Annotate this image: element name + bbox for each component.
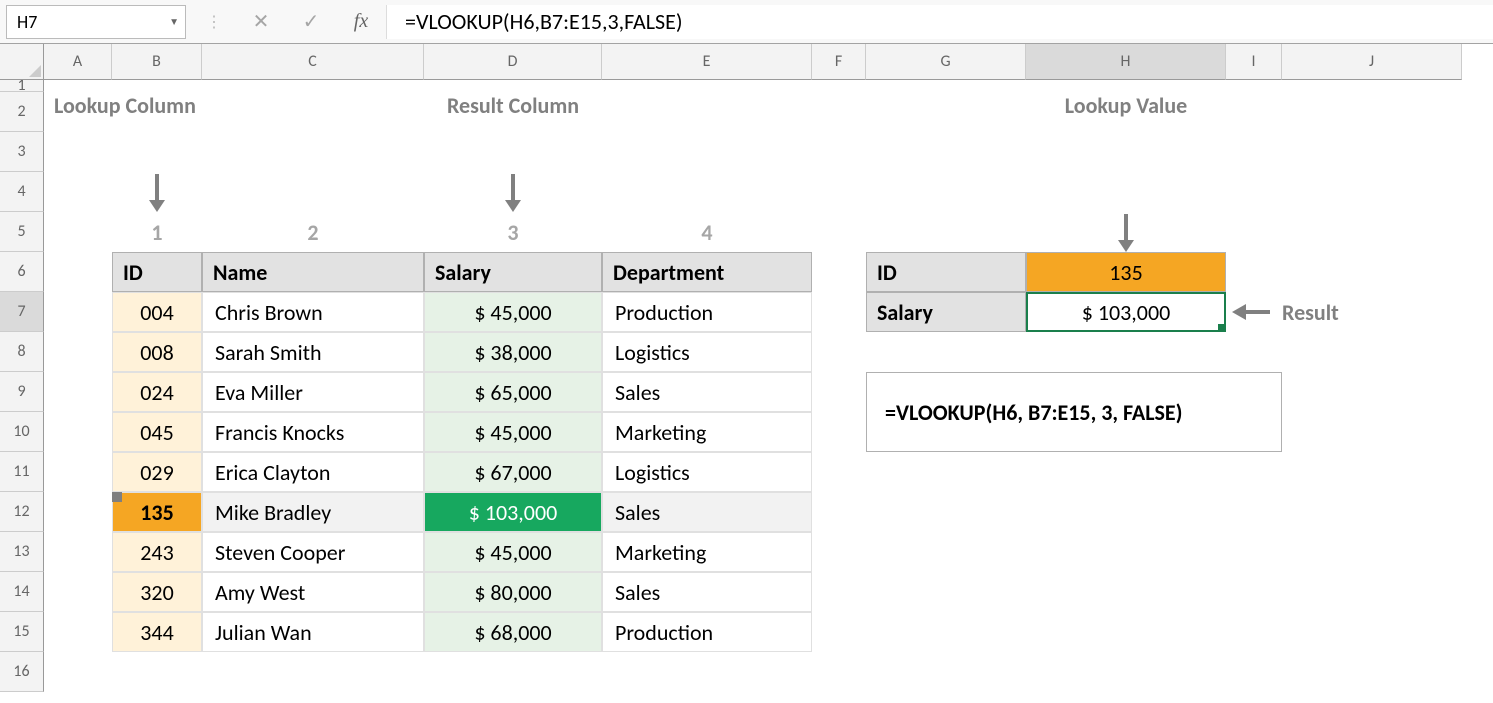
formula-display-box: =VLOOKUP(H6, B7:E15, 3, FALSE) [866, 372, 1282, 452]
cell-dept[interactable]: Production [602, 612, 812, 652]
row-header-11[interactable]: 11 [0, 452, 44, 492]
formula-input[interactable]: =VLOOKUP(H6,B7:E15,3,FALSE) [386, 5, 1493, 39]
cell-salary[interactable]: $ 80,000 [424, 572, 602, 612]
cell-name[interactable]: Sarah Smith [202, 332, 424, 372]
row-header-2[interactable]: 2 [0, 92, 44, 132]
col-header-E[interactable]: E [602, 44, 812, 80]
col-index-2: 2 [202, 212, 424, 252]
cell-salary-highlighted[interactable]: $ 103,000 [424, 492, 602, 532]
cell-dept[interactable]: Sales [602, 572, 812, 612]
row-header-1[interactable]: 1 [0, 80, 44, 92]
arrow-left-icon [1232, 302, 1272, 322]
row-header-15[interactable]: 15 [0, 612, 44, 652]
result-column-label: Result Column [424, 92, 602, 132]
cell-id[interactable]: 029 [112, 452, 202, 492]
row-header-14[interactable]: 14 [0, 572, 44, 612]
col-header-A[interactable]: A [44, 44, 112, 80]
cell-id-highlighted[interactable]: 135 [112, 492, 202, 532]
formula-bar: H7 ▼ ⋮ ✕ ✓ fx =VLOOKUP(H6,B7:E15,3,FALSE… [0, 0, 1493, 44]
cell-name[interactable]: Francis Knocks [202, 412, 424, 452]
table-header-name[interactable]: Name [202, 252, 424, 292]
col-header-F[interactable]: F [812, 44, 866, 80]
cell-salary[interactable]: $ 65,000 [424, 372, 602, 412]
cell-dept[interactable]: Logistics [602, 452, 812, 492]
cell-id[interactable]: 008 [112, 332, 202, 372]
result-label: Result [1282, 299, 1339, 326]
cell-name[interactable]: Eva Miller [202, 372, 424, 412]
cell-id[interactable]: 045 [112, 412, 202, 452]
row-header-13[interactable]: 13 [0, 532, 44, 572]
cell-salary[interactable]: $ 45,000 [424, 412, 602, 452]
cell-salary[interactable]: $ 68,000 [424, 612, 602, 652]
cell-id[interactable]: 344 [112, 612, 202, 652]
row-header-7[interactable]: 7 [0, 292, 44, 332]
cell-id[interactable]: 004 [112, 292, 202, 332]
lookup-value-label: Lookup Value [1026, 92, 1226, 132]
lookup-salary-label[interactable]: Salary [866, 292, 1026, 332]
name-box-dropdown-icon[interactable]: ▼ [169, 15, 179, 28]
cell-dept[interactable]: Sales [602, 372, 812, 412]
cell-id[interactable]: 320 [112, 572, 202, 612]
cell-dept[interactable]: Logistics [602, 332, 812, 372]
spreadsheet-grid[interactable]: A B C D E F G H I J 1 2 3 4 5 6 7 8 9 10… [0, 44, 1493, 692]
cell-dept[interactable]: Marketing [602, 412, 812, 452]
cell-id[interactable]: 243 [112, 532, 202, 572]
cell-dept-highlighted[interactable]: Sales [602, 492, 812, 532]
cell-salary[interactable]: $ 67,000 [424, 452, 602, 492]
cell-salary[interactable]: $ 45,000 [424, 292, 602, 332]
col-index-1: 1 [112, 212, 202, 252]
cell-name[interactable]: Julian Wan [202, 612, 424, 652]
lookup-id-label[interactable]: ID [866, 252, 1026, 292]
cell-name-highlighted[interactable]: Mike Bradley [202, 492, 424, 532]
arrow-down-icon [1026, 132, 1226, 252]
row-header-16[interactable]: 16 [0, 652, 44, 692]
cancel-formula-icon[interactable]: ✕ [236, 9, 286, 34]
row-header-5[interactable]: 5 [0, 212, 44, 252]
col-header-H[interactable]: H [1026, 44, 1226, 80]
lookup-id-value[interactable]: 135 [1026, 252, 1226, 292]
formula-text: =VLOOKUP(H6,B7:E15,3,FALSE) [405, 8, 683, 35]
row-header-12[interactable]: 12 [0, 492, 44, 532]
arrow-down-icon [112, 132, 202, 212]
col-header-I[interactable]: I [1226, 44, 1282, 80]
cell-dept[interactable]: Marketing [602, 532, 812, 572]
cell-salary[interactable]: $ 38,000 [424, 332, 602, 372]
cell-name[interactable]: Steven Cooper [202, 532, 424, 572]
cell-dept[interactable]: Production [602, 292, 812, 332]
lookup-result-cell[interactable]: $ 103,000 [1026, 292, 1226, 332]
col-header-G[interactable]: G [866, 44, 1026, 80]
row-header-4[interactable]: 4 [0, 172, 44, 212]
table-header-id[interactable]: ID [112, 252, 202, 292]
col-header-C[interactable]: C [202, 44, 424, 80]
cell-id[interactable]: 024 [112, 372, 202, 412]
enter-formula-icon[interactable]: ✓ [286, 9, 336, 34]
row-header-10[interactable]: 10 [0, 412, 44, 452]
col-index-4: 4 [602, 212, 812, 252]
cell-salary[interactable]: $ 45,000 [424, 532, 602, 572]
col-index-3: 3 [424, 212, 602, 252]
row-header-3[interactable]: 3 [0, 132, 44, 172]
table-header-dept[interactable]: Department [602, 252, 812, 292]
col-header-J[interactable]: J [1282, 44, 1462, 80]
cell-name[interactable]: Amy West [202, 572, 424, 612]
table-header-salary[interactable]: Salary [424, 252, 602, 292]
name-box[interactable]: H7 ▼ [6, 5, 186, 39]
fx-button[interactable]: fx [336, 10, 386, 33]
name-box-value: H7 [17, 11, 37, 33]
result-arrow-group: Result [1226, 292, 1462, 332]
row-header-6[interactable]: 6 [0, 252, 44, 292]
arrow-down-icon [424, 132, 602, 212]
row-header-8[interactable]: 8 [0, 332, 44, 372]
cell-name[interactable]: Erica Clayton [202, 452, 424, 492]
row-header-9[interactable]: 9 [0, 372, 44, 412]
col-header-D[interactable]: D [424, 44, 602, 80]
cell-name[interactable]: Chris Brown [202, 292, 424, 332]
col-header-B[interactable]: B [112, 44, 202, 80]
lookup-column-label: Lookup Column [44, 92, 202, 132]
select-all-corner[interactable] [0, 44, 44, 80]
formula-bar-separator: ⋮ [192, 12, 236, 32]
